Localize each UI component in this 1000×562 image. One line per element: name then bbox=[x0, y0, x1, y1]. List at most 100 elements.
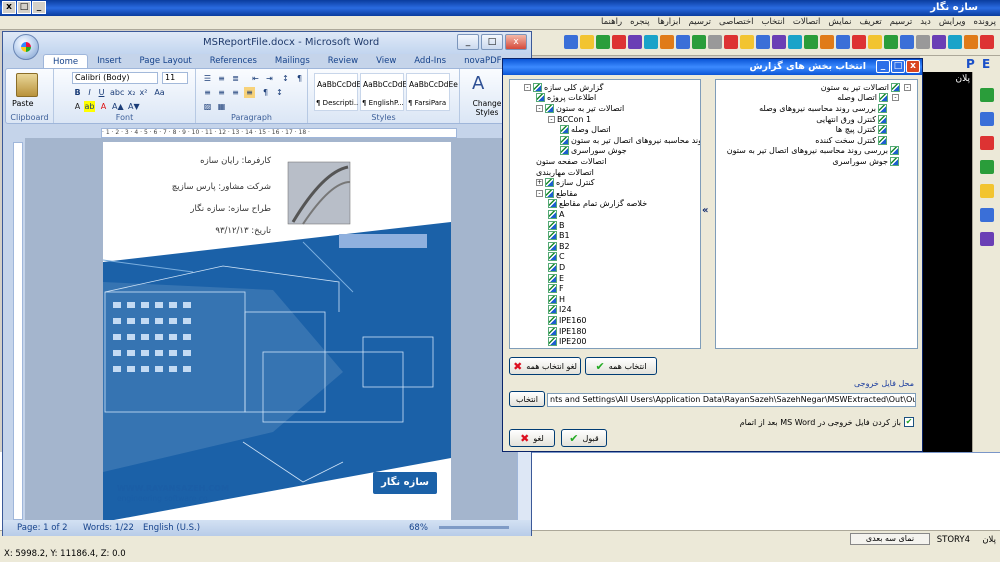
style-englishp[interactable]: AaBbCcDdEe ¶ EnglishP... bbox=[360, 73, 412, 111]
tree-node[interactable]: جوش سوراسری bbox=[832, 156, 901, 167]
line-spacing-icon[interactable]: ↕ bbox=[274, 87, 285, 98]
tree-node[interactable]: روند محاسبه نیروهای اتصال تیر به ستون bbox=[560, 135, 700, 146]
dialog-close-button[interactable]: x bbox=[906, 60, 920, 73]
open-after-option[interactable]: ✔ باز کردن فایل خروجی در MS Word بعد از ا… bbox=[740, 417, 914, 427]
ribbon-tab[interactable]: Page Layout bbox=[131, 54, 201, 68]
toolbar-e-icon[interactable]: E bbox=[982, 57, 990, 71]
node-checkbox-icon[interactable] bbox=[548, 305, 557, 315]
numbering-icon[interactable]: ≡ bbox=[216, 73, 227, 84]
tree-node[interactable]: IPE200 bbox=[548, 336, 587, 347]
shrink-font-icon[interactable]: A▼ bbox=[128, 101, 140, 112]
bullets-icon[interactable]: ☰ bbox=[202, 73, 213, 84]
toolbar-tool-icon[interactable] bbox=[932, 35, 946, 49]
toolbar-p-icon[interactable]: P bbox=[966, 57, 975, 71]
language[interactable]: English (U.S.) bbox=[143, 523, 200, 533]
side-tool-icon[interactable] bbox=[980, 136, 994, 150]
ribbon-tab[interactable]: Review bbox=[319, 54, 367, 68]
node-checkbox-icon[interactable] bbox=[548, 315, 557, 325]
toolbar-tool-icon[interactable] bbox=[804, 35, 818, 49]
paste-label[interactable]: Paste bbox=[12, 99, 34, 108]
tree-node[interactable]: اتصال وصله bbox=[560, 124, 611, 135]
node-checkbox-icon[interactable] bbox=[890, 146, 899, 156]
vertical-ruler[interactable] bbox=[13, 142, 23, 520]
toolbar-tool-icon[interactable] bbox=[772, 35, 786, 49]
tree-node[interactable]: - اتصالات تیر به ستون bbox=[536, 103, 624, 114]
justify-icon[interactable]: ≡ bbox=[244, 87, 255, 98]
plan-view-canvas[interactable]: پلان bbox=[920, 72, 972, 452]
ribbon-tab[interactable]: Mailings bbox=[266, 54, 319, 68]
node-checkbox-icon[interactable] bbox=[548, 231, 557, 241]
toolbar-tool-icon[interactable] bbox=[596, 35, 610, 49]
tree-node[interactable]: - اتصال وصله bbox=[837, 93, 901, 104]
word-count[interactable]: Words: 1/22 bbox=[83, 523, 134, 533]
node-checkbox-icon[interactable] bbox=[878, 114, 887, 124]
tree-node[interactable]: کنترل پیچ ها bbox=[836, 124, 889, 135]
font-name-box[interactable]: Calibri (Body) bbox=[72, 72, 158, 84]
node-checkbox-icon[interactable] bbox=[560, 146, 569, 156]
toolbar-tool-icon[interactable] bbox=[724, 35, 738, 49]
text-effects-icon[interactable]: A bbox=[72, 101, 83, 112]
node-checkbox-icon[interactable] bbox=[545, 188, 554, 198]
node-checkbox-icon[interactable] bbox=[533, 82, 542, 92]
align-right-icon[interactable]: ≡ bbox=[230, 87, 241, 98]
tree-node[interactable]: - گزارش کلی سازه bbox=[524, 82, 603, 93]
toolbar-tool-icon[interactable] bbox=[964, 35, 978, 49]
tree-node[interactable]: - اتصالات تیر به ستون bbox=[821, 82, 913, 93]
node-checkbox-icon[interactable] bbox=[548, 241, 557, 251]
ribbon-tab[interactable]: Insert bbox=[88, 54, 130, 68]
zoom-level[interactable]: 68% bbox=[409, 523, 428, 533]
word-close-button[interactable]: x bbox=[505, 34, 527, 50]
node-checkbox-icon[interactable] bbox=[545, 178, 554, 188]
tree-node[interactable]: C bbox=[548, 252, 565, 263]
toolbar-tool-icon[interactable] bbox=[628, 35, 642, 49]
toolbar-tool-icon[interactable] bbox=[692, 35, 706, 49]
side-tool-icon[interactable] bbox=[980, 184, 994, 198]
menu-item[interactable]: انتخاب bbox=[761, 17, 784, 27]
node-checkbox-icon[interactable] bbox=[891, 82, 900, 92]
tree-node[interactable]: بررسی روند محاسبه نیروهای اتصال تیر به س… bbox=[727, 146, 901, 157]
style-descripti[interactable]: AaBbCcDdEe ¶ Descripti... bbox=[314, 73, 366, 111]
node-checkbox-icon[interactable] bbox=[548, 199, 557, 209]
menu-item[interactable]: اختصاصی bbox=[719, 17, 753, 27]
tree-node[interactable]: کنترل سخت کننده bbox=[815, 135, 889, 146]
open-after-checkbox[interactable]: ✔ bbox=[904, 417, 914, 427]
tree-node[interactable]: H bbox=[548, 294, 565, 305]
toolbar-tool-icon[interactable] bbox=[788, 35, 802, 49]
tree-splitter[interactable]: « bbox=[701, 79, 713, 349]
toolbar-tool-icon[interactable] bbox=[852, 35, 866, 49]
office-button[interactable] bbox=[13, 34, 39, 60]
style-farsipara[interactable]: AaBbCcDdEe ¶ FarsiPara bbox=[406, 73, 458, 111]
tree-node[interactable]: I24 bbox=[548, 305, 572, 316]
tree-node[interactable]: IPE180 bbox=[548, 326, 587, 337]
bold-icon[interactable]: B bbox=[72, 87, 83, 98]
align-left-icon[interactable]: ≡ bbox=[202, 87, 213, 98]
toolbar-tool-icon[interactable] bbox=[756, 35, 770, 49]
dialog-minimize-button[interactable]: _ bbox=[876, 60, 890, 73]
side-tool-icon[interactable] bbox=[980, 208, 994, 222]
rtl-icon[interactable]: ¶ bbox=[260, 87, 271, 98]
menu-item[interactable]: ترسیم bbox=[689, 17, 711, 27]
node-checkbox-icon[interactable] bbox=[560, 135, 569, 145]
subscript-icon[interactable]: x₂ bbox=[126, 87, 137, 98]
paste-icon[interactable] bbox=[16, 73, 38, 97]
cancel-button[interactable]: ✖ لغو bbox=[509, 429, 555, 447]
toolbar-tool-icon[interactable] bbox=[564, 35, 578, 49]
node-checkbox-icon[interactable] bbox=[548, 209, 557, 219]
highlight-icon[interactable]: ab bbox=[84, 101, 95, 112]
tree-node[interactable]: - مقاطع bbox=[536, 188, 577, 199]
menu-item[interactable]: راهنما bbox=[601, 17, 622, 27]
view-3d-button[interactable]: نمای سه بعدی bbox=[850, 533, 930, 545]
tree-node[interactable]: اتصالات مهاربندی bbox=[536, 167, 594, 178]
app-close-button[interactable]: x bbox=[2, 1, 16, 14]
node-checkbox-icon[interactable] bbox=[548, 326, 557, 336]
toolbar-tool-icon[interactable] bbox=[676, 35, 690, 49]
tree-node[interactable]: B1 bbox=[548, 230, 570, 241]
toolbar-tool-icon[interactable] bbox=[836, 35, 850, 49]
menu-item[interactable]: ویرایش bbox=[939, 17, 966, 27]
expand-toggle-icon[interactable]: - bbox=[892, 94, 899, 102]
toolbar-tool-icon[interactable] bbox=[916, 35, 930, 49]
tree-node[interactable]: IPE160 bbox=[548, 315, 587, 326]
expand-toggle-icon[interactable]: - bbox=[548, 115, 555, 123]
ribbon-tab[interactable]: References bbox=[201, 54, 266, 68]
node-checkbox-icon[interactable] bbox=[548, 273, 557, 283]
